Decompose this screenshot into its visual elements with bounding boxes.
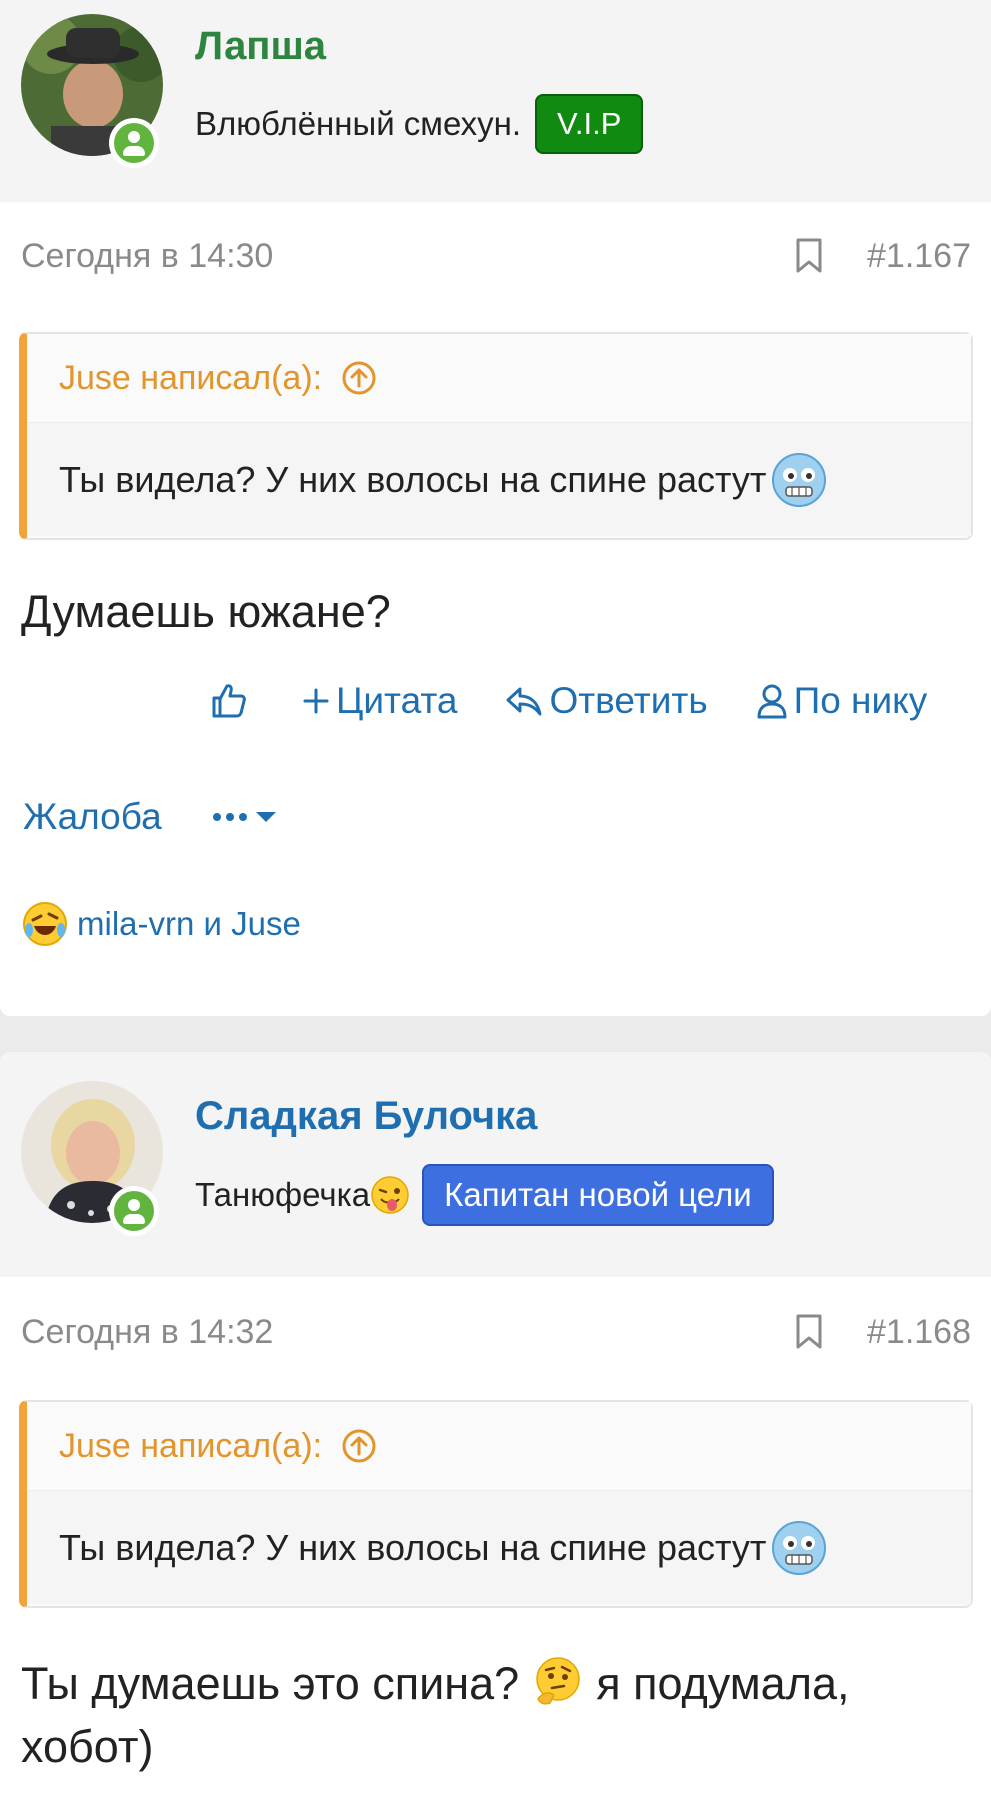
online-status-icon bbox=[109, 118, 159, 168]
reply-label: Ответить bbox=[549, 680, 708, 721]
post: Лапша Влюблённый смехун. V.I.P Сегодня в… bbox=[0, 0, 991, 1016]
message-text-part1: Ты думаешь это спина? bbox=[21, 1658, 520, 1709]
post-message: Ты думаешь это спина? я подумала, хобот) bbox=[21, 1652, 971, 1778]
quote-button[interactable]: Цитата bbox=[302, 680, 457, 722]
post-meta: Сегодня в 14:30 #1.167 bbox=[21, 234, 971, 278]
bookmark-icon[interactable] bbox=[795, 1314, 823, 1350]
quote-body: Ты видела? У них волосы на спине растут bbox=[27, 1490, 971, 1604]
post: Сладкая Булочка Танюфечка Капитан новой … bbox=[0, 1052, 991, 1802]
more-menu-button[interactable] bbox=[212, 810, 278, 824]
report-link[interactable]: Жалоба bbox=[23, 796, 162, 838]
post-number[interactable]: #1.167 bbox=[867, 237, 971, 276]
user-title: Танюфечка bbox=[195, 1176, 371, 1213]
quote-text: Ты видела? У них волосы на спине растут bbox=[59, 1526, 767, 1568]
thinking-face-emoji-icon bbox=[535, 1657, 580, 1705]
online-status-icon bbox=[109, 1186, 159, 1236]
user-title: Влюблённый смехун. bbox=[195, 105, 522, 142]
cold-face-emoji-icon bbox=[772, 1520, 827, 1575]
post-timestamp[interactable]: Сегодня в 14:32 bbox=[21, 1313, 273, 1352]
post-secondary-actions: Жалоба bbox=[23, 796, 278, 838]
arrow-up-circle-icon[interactable] bbox=[340, 1427, 378, 1465]
arrow-up-circle-icon[interactable] bbox=[340, 359, 378, 397]
post-actions: Цитата Ответить По нику bbox=[210, 680, 927, 722]
post-message: Думаешь южане? bbox=[21, 586, 391, 637]
message-text-part2: я подумала, bbox=[596, 1658, 850, 1709]
ellipsis-icon bbox=[212, 813, 247, 821]
winking-tongue-emoji-icon bbox=[371, 1176, 409, 1214]
bookmark-icon[interactable] bbox=[795, 238, 823, 274]
user-icon bbox=[757, 684, 787, 719]
by-nick-label: По нику bbox=[793, 680, 928, 721]
quote-author[interactable]: Juse написал(а): bbox=[59, 1427, 322, 1466]
like-button[interactable] bbox=[210, 682, 254, 720]
thread-page: Лапша Влюблённый смехун. V.I.P Сегодня в… bbox=[0, 0, 991, 1802]
message-text-part3: хобот) bbox=[21, 1721, 154, 1772]
quote-text: Ты видела? У них волосы на спине растут bbox=[59, 458, 767, 500]
quote-header[interactable]: Juse написал(а): bbox=[27, 1402, 971, 1490]
user-badge: V.I.P bbox=[535, 94, 644, 154]
quote-block: Juse написал(а): Ты видела? У них волосы… bbox=[19, 332, 973, 540]
quote-label: Цитата bbox=[336, 680, 458, 721]
quote-header[interactable]: Juse написал(а): bbox=[27, 334, 971, 422]
username[interactable]: Лапша bbox=[195, 24, 326, 69]
username[interactable]: Сладкая Булочка bbox=[195, 1094, 537, 1139]
reply-button[interactable]: Ответить bbox=[505, 680, 708, 722]
reply-icon bbox=[506, 687, 542, 716]
reactions-users[interactable]: mila-vrn и Juse bbox=[77, 905, 301, 943]
post-meta: Сегодня в 14:32 #1.168 bbox=[21, 1310, 971, 1354]
post-header: Лапша Влюблённый смехун. V.I.P bbox=[0, 0, 991, 202]
thumbs-up-icon bbox=[212, 684, 246, 718]
post-number[interactable]: #1.168 bbox=[867, 1313, 971, 1352]
quote-body: Ты видела? У них волосы на спине растут bbox=[27, 422, 971, 536]
plus-icon bbox=[303, 688, 329, 714]
user-title-row: Танюфечка Капитан новой цели bbox=[195, 1164, 774, 1226]
post-timestamp[interactable]: Сегодня в 14:30 bbox=[21, 237, 273, 276]
caret-down-icon bbox=[255, 812, 276, 822]
user-title-row: Влюблённый смехун. V.I.P bbox=[195, 94, 644, 154]
quote-block: Juse написал(а): Ты видела? У них волосы… bbox=[19, 1400, 973, 1608]
post-header: Сладкая Булочка Танюфечка Капитан новой … bbox=[0, 1052, 991, 1277]
cold-face-emoji-icon bbox=[772, 452, 827, 507]
reactions-summary[interactable]: mila-vrn и Juse bbox=[21, 900, 301, 948]
user-badge: Капитан новой цели bbox=[422, 1164, 774, 1226]
by-nick-button[interactable]: По нику bbox=[756, 680, 928, 722]
quote-author[interactable]: Juse написал(а): bbox=[59, 359, 322, 398]
rofl-emoji-icon bbox=[23, 902, 67, 946]
